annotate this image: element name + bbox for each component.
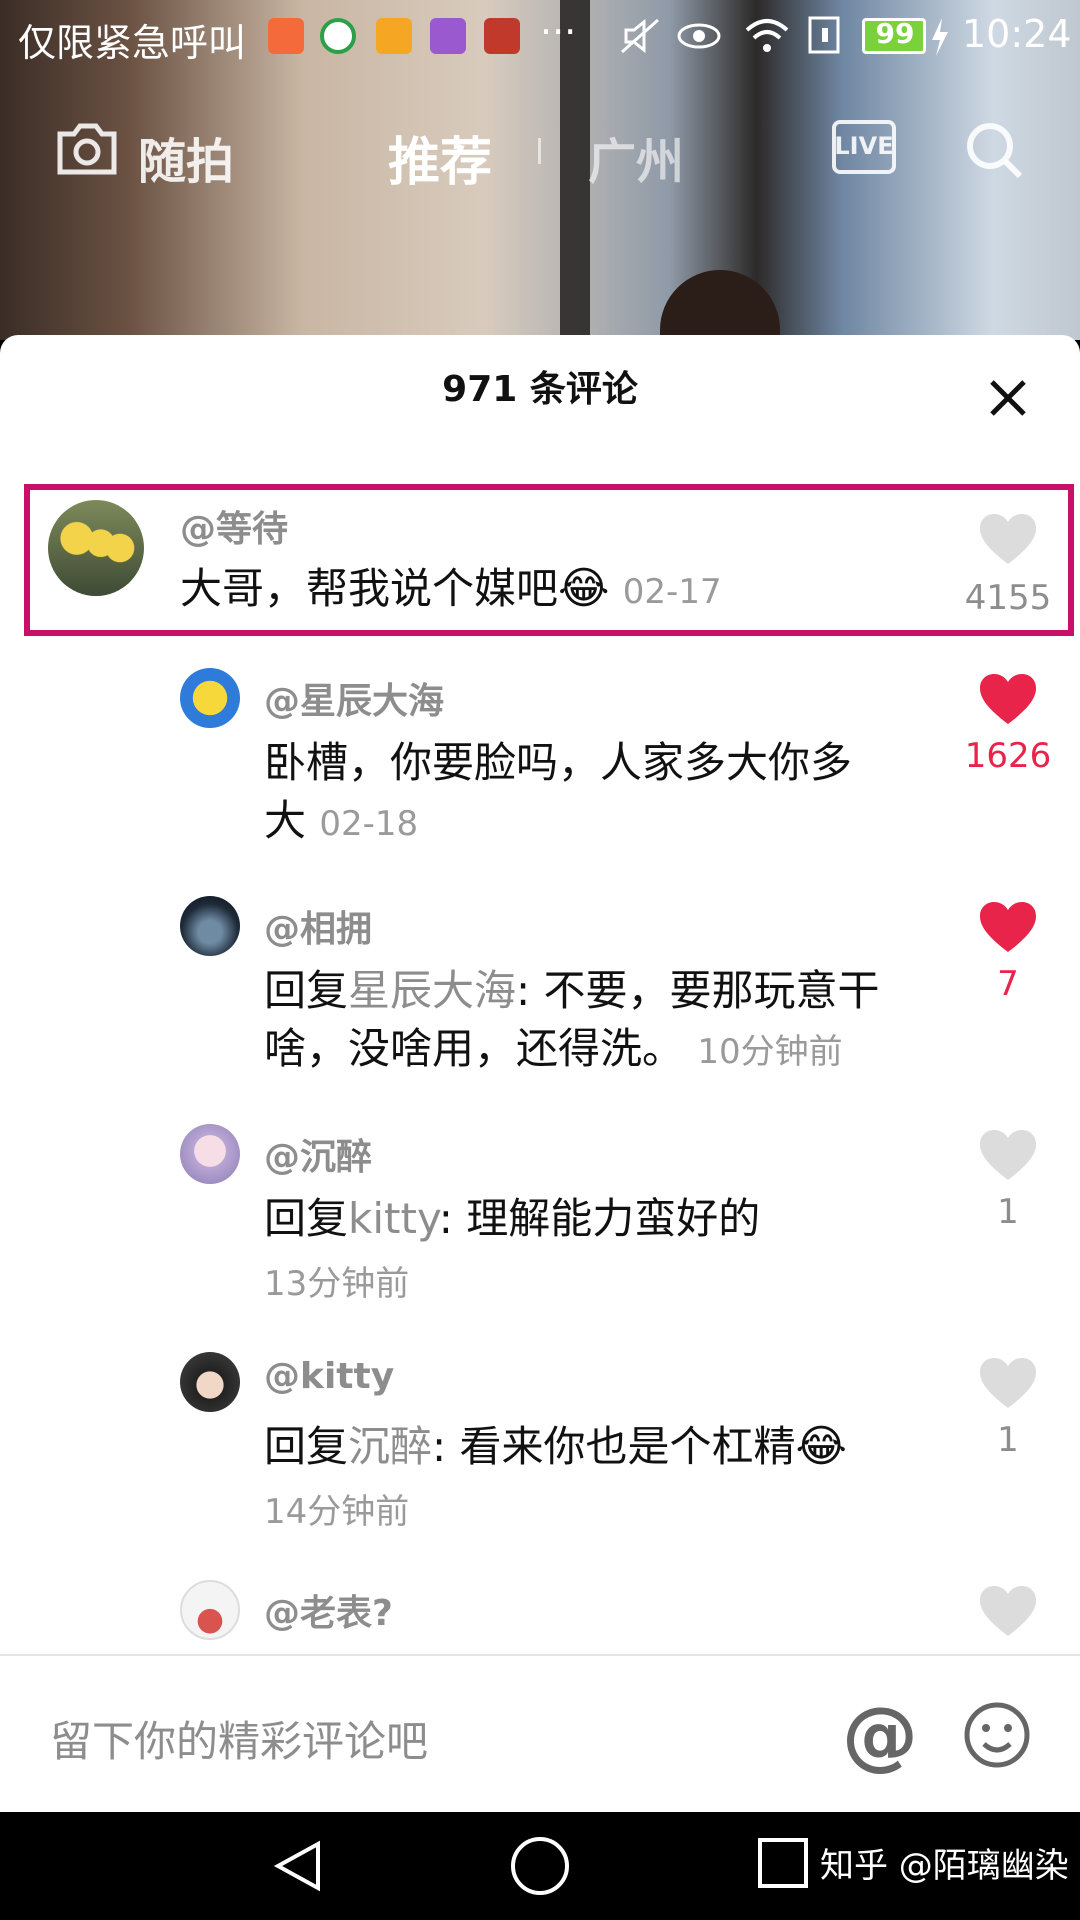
like-heart-icon[interactable] (978, 900, 1038, 954)
eye-comfort-icon (677, 23, 721, 49)
carrier-status: 仅限紧急呼叫 (18, 21, 247, 65)
avatar[interactable] (180, 1352, 240, 1412)
tab-divider (538, 138, 541, 164)
reply-prefix: 回复 (264, 966, 349, 1015)
health-app-icon (268, 18, 304, 54)
wifi-icon (745, 19, 789, 52)
comment-username[interactable]: @沉醉 (264, 1128, 372, 1180)
comment-body: : 看来你也是个杠精 (432, 1422, 796, 1471)
comment-time: 13分钟前 (264, 1264, 410, 1304)
like-heart-icon[interactable] (978, 672, 1038, 726)
battery-level: 99 (875, 17, 915, 50)
tab-city[interactable]: 广州 (588, 122, 684, 192)
comment-body: 大哥，帮我说个媒吧 (180, 564, 559, 613)
comment-text: 回复沉醉: 看来你也是个杠精😂 (264, 1418, 847, 1476)
comment-username[interactable]: @kitty (264, 1356, 394, 1397)
comment-text: 回复kitty: 理解能力蛮好的 (264, 1190, 760, 1248)
netease-news-icon (484, 18, 520, 54)
store-app-icon (376, 18, 412, 54)
comment-input[interactable]: 留下你的精彩评论吧 (50, 1708, 428, 1769)
like-count: 1 (997, 1420, 1019, 1460)
recent-apps-icon[interactable] (756, 1836, 812, 1892)
reply-target[interactable]: 星辰大海 (348, 966, 516, 1015)
camera-label[interactable]: 随拍 (138, 122, 234, 192)
browser-app-icon (320, 18, 356, 54)
laughing-crying-emoji-icon: 😂 (558, 563, 610, 614)
close-icon[interactable] (978, 368, 1038, 428)
like-count: 4155 (964, 578, 1052, 618)
comment-text: 大哥，帮我说个媒吧😂 02-17 (180, 560, 722, 621)
gallery-app-icon (430, 18, 466, 54)
reply-prefix: 回复 (264, 1194, 349, 1243)
comment-body: 大 (264, 796, 307, 845)
comment-body: : 理解能力蛮好的 (438, 1194, 761, 1243)
like-count: 1 (997, 1192, 1019, 1232)
comment-time: 02-18 (319, 804, 419, 844)
live-icon-label: LIVE (834, 132, 894, 160)
comment-username[interactable]: @等待 (180, 500, 288, 552)
search-icon[interactable] (962, 118, 1026, 182)
like-count: 1626 (964, 736, 1052, 776)
comment-body: : 不要，要那玩意干 (516, 966, 880, 1015)
comment-username[interactable]: @老表? (264, 1584, 393, 1636)
avatar[interactable] (180, 1124, 240, 1184)
laughing-crying-emoji-icon: 😂 (795, 1421, 847, 1472)
comment-body: 卧槽，你要脸吗，人家多大你多 (264, 738, 853, 787)
comment-time: 02-17 (622, 572, 722, 612)
comment-body: 啥，没啥用，还得洗。 (264, 1024, 685, 1073)
like-count: 7 (997, 964, 1019, 1004)
clock: 10:24 (962, 12, 1072, 56)
home-icon[interactable] (508, 1834, 572, 1898)
reply-prefix: 回复 (264, 1422, 349, 1471)
like-heart-icon[interactable] (978, 1128, 1038, 1182)
avatar[interactable] (48, 500, 144, 596)
comment-text: 回复星辰大海: 不要，要那玩意干 啥，没啥用，还得洗。 10分钟前 (264, 962, 880, 1081)
emoji-smile-icon[interactable] (962, 1700, 1032, 1770)
back-icon[interactable] (270, 1836, 330, 1896)
reply-target[interactable]: 沉醉 (348, 1422, 432, 1471)
charging-icon (932, 18, 948, 56)
like-heart-icon[interactable] (978, 1584, 1038, 1638)
comments-count-title: 971 条评论 (442, 369, 638, 410)
more-notifications-icon: ··· (540, 10, 577, 54)
comment-username[interactable]: @星辰大海 (264, 672, 444, 724)
avatar[interactable] (180, 1580, 240, 1640)
watermark: 知乎 @陌璃幽染 (820, 1846, 1069, 1886)
camera-icon[interactable] (54, 120, 120, 176)
sim-card-icon (808, 16, 840, 54)
comment-time: 14分钟前 (264, 1492, 410, 1532)
tab-recommend[interactable]: 推荐 (388, 120, 492, 195)
comment-time: 10分钟前 (697, 1032, 843, 1072)
like-heart-icon[interactable] (978, 1356, 1038, 1410)
avatar[interactable] (180, 668, 240, 728)
mention-at-icon[interactable]: @ (842, 1690, 918, 1779)
like-heart-icon[interactable] (978, 512, 1038, 566)
mute-icon (621, 18, 659, 54)
avatar[interactable] (180, 896, 240, 956)
reply-target[interactable]: kitty (348, 1194, 439, 1243)
comment-text: 卧槽，你要脸吗，人家多大你多 大 02-18 (264, 734, 852, 853)
comment-username[interactable]: @相拥 (264, 900, 372, 952)
